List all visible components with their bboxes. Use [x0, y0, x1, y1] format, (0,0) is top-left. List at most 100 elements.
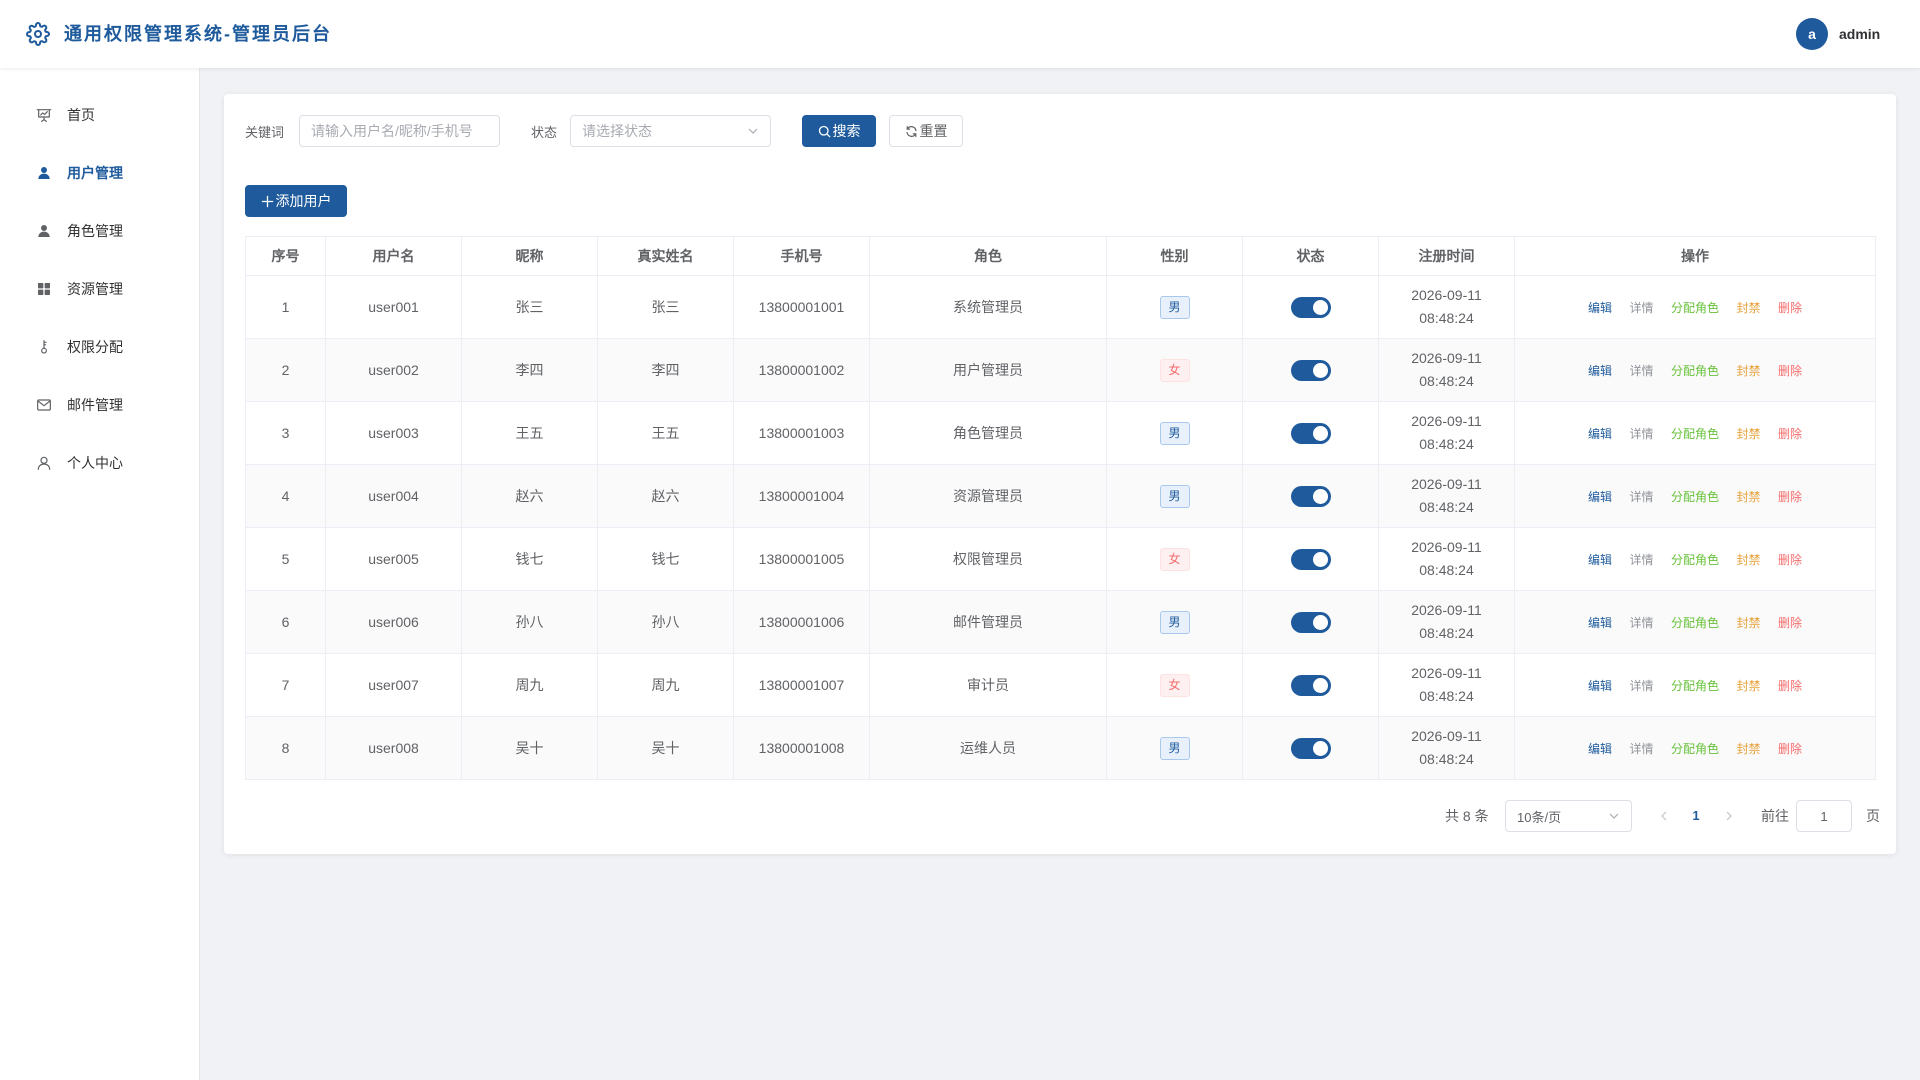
assign-role-link[interactable]: 分配角色 — [1671, 362, 1719, 379]
gear-icon — [26, 22, 50, 46]
cell-registered: 2026-09-11 08:48:24 — [1378, 653, 1515, 717]
detail-link[interactable]: 详情 — [1629, 551, 1653, 568]
cell-index: 6 — [245, 590, 326, 654]
status-switch[interactable] — [1290, 296, 1331, 318]
delete-link[interactable]: 删除 — [1778, 740, 1802, 757]
key-icon — [36, 339, 52, 355]
status-switch[interactable] — [1290, 422, 1331, 444]
page-size-select[interactable]: 10条/页 — [1505, 800, 1632, 832]
cell-index: 1 — [245, 275, 326, 339]
edit-link[interactable]: 编辑 — [1588, 299, 1612, 316]
ban-link[interactable]: 封禁 — [1737, 740, 1761, 757]
delete-link[interactable]: 删除 — [1778, 614, 1802, 631]
status-switch[interactable] — [1290, 548, 1331, 570]
cell-gender: 女 — [1106, 653, 1243, 717]
gender-tag: 女 — [1159, 673, 1190, 697]
delete-link[interactable]: 删除 — [1778, 551, 1802, 568]
detail-link[interactable]: 详情 — [1629, 362, 1653, 379]
edit-link[interactable]: 编辑 — [1588, 551, 1612, 568]
assign-role-link[interactable]: 分配角色 — [1671, 299, 1719, 316]
delete-link[interactable]: 删除 — [1778, 488, 1802, 505]
ban-link[interactable]: 封禁 — [1737, 614, 1761, 631]
edit-link[interactable]: 编辑 — [1588, 614, 1612, 631]
cell-nickname: 吴十 — [461, 716, 598, 780]
search-icon — [818, 125, 831, 138]
sidebar-item-label: 角色管理 — [67, 223, 123, 239]
sidebar-item-resources[interactable]: 资源管理 — [0, 260, 199, 318]
detail-link[interactable]: 详情 — [1629, 299, 1653, 316]
cell-gender: 男 — [1106, 716, 1243, 780]
assign-role-link[interactable]: 分配角色 — [1671, 740, 1719, 757]
edit-link[interactable]: 编辑 — [1588, 740, 1612, 757]
cell-actions: 编辑 详情 分配角色 封禁 删除 — [1514, 401, 1876, 465]
delete-link[interactable]: 删除 — [1778, 362, 1802, 379]
cell-phone: 13800001008 — [733, 716, 870, 780]
edit-link[interactable]: 编辑 — [1588, 677, 1612, 694]
sidebar-item-profile[interactable]: 个人中心 — [0, 434, 199, 492]
edit-link[interactable]: 编辑 — [1588, 362, 1612, 379]
column-header-nickname: 昵称 — [461, 236, 598, 276]
ban-link[interactable]: 封禁 — [1737, 488, 1761, 505]
ban-link[interactable]: 封禁 — [1737, 551, 1761, 568]
cell-username: user002 — [325, 338, 462, 402]
delete-link[interactable]: 删除 — [1778, 299, 1802, 316]
next-page-button[interactable] — [1716, 800, 1742, 832]
ban-link[interactable]: 封禁 — [1737, 299, 1761, 316]
assign-role-link[interactable]: 分配角色 — [1671, 677, 1719, 694]
ban-link[interactable]: 封禁 — [1737, 677, 1761, 694]
avatar[interactable]: a — [1796, 18, 1828, 50]
status-switch[interactable] — [1290, 359, 1331, 381]
keyword-label: 关键词 — [245, 124, 285, 140]
cell-gender: 男 — [1106, 401, 1243, 465]
status-switch[interactable] — [1290, 674, 1331, 696]
cell-phone: 13800001007 — [733, 653, 870, 717]
user-name[interactable]: admin — [1839, 24, 1880, 44]
cell-status — [1242, 275, 1379, 339]
cell-real-name: 赵六 — [597, 464, 734, 528]
ban-link[interactable]: 封禁 — [1737, 362, 1761, 379]
edit-link[interactable]: 编辑 — [1588, 425, 1612, 442]
assign-role-link[interactable]: 分配角色 — [1671, 425, 1719, 442]
add-user-button-label: 添加用户 — [275, 193, 332, 209]
status-switch[interactable] — [1290, 485, 1331, 507]
sidebar-item-mail[interactable]: 邮件管理 — [0, 376, 199, 434]
cell-status — [1242, 401, 1379, 465]
cell-index: 8 — [245, 716, 326, 780]
sidebar-item-label: 邮件管理 — [67, 397, 123, 413]
cell-nickname: 张三 — [461, 275, 598, 339]
detail-link[interactable]: 详情 — [1629, 425, 1653, 442]
registered-date: 2026-09-11 — [1411, 539, 1482, 555]
switch-knob — [1312, 677, 1328, 693]
cell-registered: 2026-09-11 08:48:24 — [1378, 338, 1515, 402]
cell-index: 2 — [245, 338, 326, 402]
sidebar-item-roles[interactable]: 角色管理 — [0, 202, 199, 260]
keyword-input[interactable] — [299, 115, 500, 147]
table-header-row: 序号 用户名 昵称 真实姓名 手机号 角色 性别 状态 注册时间 操作 — [245, 236, 1876, 276]
sidebar-item-home[interactable]: 首页 — [0, 86, 199, 144]
edit-link[interactable]: 编辑 — [1588, 488, 1612, 505]
delete-link[interactable]: 删除 — [1778, 677, 1802, 694]
page-number-current[interactable]: 1 — [1680, 800, 1712, 832]
assign-role-link[interactable]: 分配角色 — [1671, 614, 1719, 631]
prev-page-button[interactable] — [1651, 800, 1677, 832]
reset-button[interactable]: 重置 — [889, 115, 963, 147]
status-switch[interactable] — [1290, 737, 1331, 759]
reset-button-label: 重置 — [919, 123, 948, 139]
cell-actions: 编辑 详情 分配角色 封禁 删除 — [1514, 338, 1876, 402]
sidebar-item-users[interactable]: 用户管理 — [0, 144, 199, 202]
status-switch[interactable] — [1290, 611, 1331, 633]
sidebar-item-permissions[interactable]: 权限分配 — [0, 318, 199, 376]
detail-link[interactable]: 详情 — [1629, 488, 1653, 505]
ban-link[interactable]: 封禁 — [1737, 425, 1761, 442]
assign-role-link[interactable]: 分配角色 — [1671, 488, 1719, 505]
delete-link[interactable]: 删除 — [1778, 425, 1802, 442]
detail-link[interactable]: 详情 — [1629, 740, 1653, 757]
goto-page-input[interactable] — [1796, 800, 1852, 832]
detail-link[interactable]: 详情 — [1629, 614, 1653, 631]
assign-role-link[interactable]: 分配角色 — [1671, 551, 1719, 568]
add-user-button[interactable]: 添加用户 — [245, 185, 347, 217]
status-select[interactable]: 请选择状态 — [570, 115, 771, 147]
cell-gender: 男 — [1106, 275, 1243, 339]
detail-link[interactable]: 详情 — [1629, 677, 1653, 694]
search-button[interactable]: 搜索 — [802, 115, 876, 147]
